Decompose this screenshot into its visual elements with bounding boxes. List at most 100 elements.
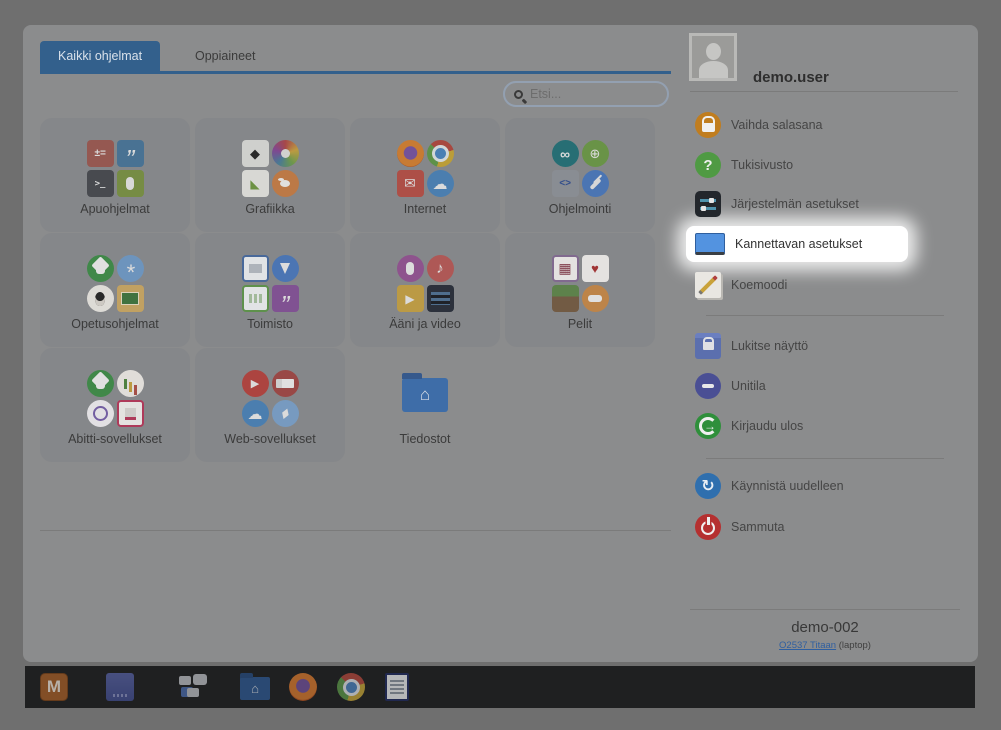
chrome-icon [427,140,454,167]
calculator-icon [87,140,114,167]
machine-type: (laptop) [836,640,871,651]
compass-icon [272,400,299,427]
tile-tiedostot[interactable]: Tiedostot [350,348,500,462]
image-editor-icon [242,170,269,197]
firefox-icon[interactable] [289,673,317,701]
machine-link[interactable]: O2537 Titaan [779,640,836,651]
graduation-cap-icon [87,370,114,397]
firefox-icon [397,140,424,167]
tab-all-programs[interactable]: Kaikki ohjelmat [40,41,160,71]
calc-document-icon [242,285,269,312]
window-tiles-icon[interactable] [179,673,207,701]
menu-item-kaynnista-uudelleen[interactable]: Käynnistä uudelleen [695,472,844,500]
tile-web-sovellukset[interactable]: Web-sovellukset [195,348,345,462]
tile-label: Grafiikka [195,202,345,216]
taskbar: M [25,666,975,708]
tile-label: Web-sovellukset [195,432,345,446]
screen: Kaikki ohjelmat Oppiaineet Apuohjelmat [0,0,1001,730]
menu-item-tukisivusto[interactable]: Tukisivusto [695,151,793,179]
menu-m-icon[interactable]: M [40,673,68,701]
search-box[interactable] [503,81,669,107]
exam-pencil-icon [695,272,721,298]
tile-abitti-sovellukset[interactable]: Abitti-sovellukset [40,348,190,462]
tile-toimisto[interactable]: Toimisto [195,233,345,347]
menu-item-vaihda-salasana[interactable]: Vaihda salasana [695,111,823,139]
tab-underline [40,71,671,74]
playing-card-icon [582,255,609,282]
tile-label: Toimisto [195,317,345,331]
tile-label: Ääni ja video [350,317,500,331]
menu-item-label: Koemoodi [731,278,787,292]
arduino-icon [552,140,579,167]
search-input[interactable] [530,87,650,101]
gmail-icon [397,170,424,197]
divider [690,91,958,92]
book-icon [272,370,299,397]
folder-home-icon [402,378,448,412]
inkscape-icon [242,140,269,167]
notes-icon [117,140,144,167]
youtube-icon [242,370,269,397]
help-icon [695,152,721,178]
tile-label: Ohjelmointi [505,202,655,216]
tile-internet[interactable]: Internet [350,118,500,232]
search-icon [514,90,523,99]
machine-name: demo-002 [690,619,960,636]
chrome-icon[interactable] [337,673,365,701]
chart-icon [117,370,144,397]
minecraft-icon [552,285,579,312]
file-manager-icon[interactable] [240,677,270,700]
system-settings-icon [695,191,721,217]
tile-grafiikka[interactable]: Grafiikka [195,118,345,232]
tile-apuohjelmat[interactable]: Apuohjelmat [40,118,190,232]
laptop-icon [695,233,725,255]
shutdown-icon [695,514,721,540]
impress-document-icon [117,400,144,427]
menu-item-label: Lukitse näyttö [731,339,808,353]
writer-icon[interactable] [385,673,409,701]
menu-item-label: Sammuta [731,520,785,534]
tile-label: Pelit [505,317,655,331]
graduation-cap-icon [87,255,114,282]
lock-icon [695,112,721,138]
quotes-icon [272,285,299,312]
mouse-icon [117,170,144,197]
writer-document-icon [242,255,269,282]
tile-opetusohjelmat[interactable]: Opetusohjelmat [40,233,190,347]
divider [706,315,944,316]
sudoku-icon [552,255,579,282]
menu-item-koemoodi[interactable]: Koemoodi [695,271,787,299]
tile-aani-ja-video[interactable]: Ääni ja video [350,233,500,347]
cloud-icon [427,170,454,197]
gamepad-icon [582,285,609,312]
terminal-icon [87,170,114,197]
desktop-icon[interactable] [106,673,134,701]
tile-ohjelmointi[interactable]: Ohjelmointi [505,118,655,232]
menu-item-label: Vaihda salasana [731,118,823,132]
tab-subjects[interactable]: Oppiaineet [181,41,269,71]
tile-label: Apuohjelmat [40,202,190,216]
pen-icon [272,255,299,282]
logout-icon [695,413,721,439]
divider [706,458,944,459]
menu-item-sammuta[interactable]: Sammuta [695,513,785,541]
tile-pelit[interactable]: Pelit [505,233,655,347]
video-editor-icon [427,285,454,312]
microphone-icon [397,255,424,282]
music-note-icon [427,255,454,282]
media-player-icon [397,285,424,312]
chalkboard-icon [117,285,144,312]
menu-item-lukitse-naytto[interactable]: Lukitse näyttö [695,332,808,360]
sleep-icon [695,373,721,399]
build-hammer-icon [582,170,609,197]
application-menu-panel: Kaikki ohjelmat Oppiaineet Apuohjelmat [23,25,978,662]
menu-item-unitila[interactable]: Unitila [695,372,766,400]
ring-icon [87,400,114,427]
menu-item-label: Kannettavan asetukset [735,237,862,251]
avatar [689,33,737,81]
menu-item-jarjestelman-asetukset[interactable]: Järjestelmän asetukset [695,190,859,218]
menu-item-kannettavan-asetukset[interactable]: Kannettavan asetukset [695,230,862,258]
code-icon [552,170,579,197]
menu-item-kirjaudu-ulos[interactable]: Kirjaudu ulos [695,412,803,440]
color-wheel-icon [272,140,299,167]
